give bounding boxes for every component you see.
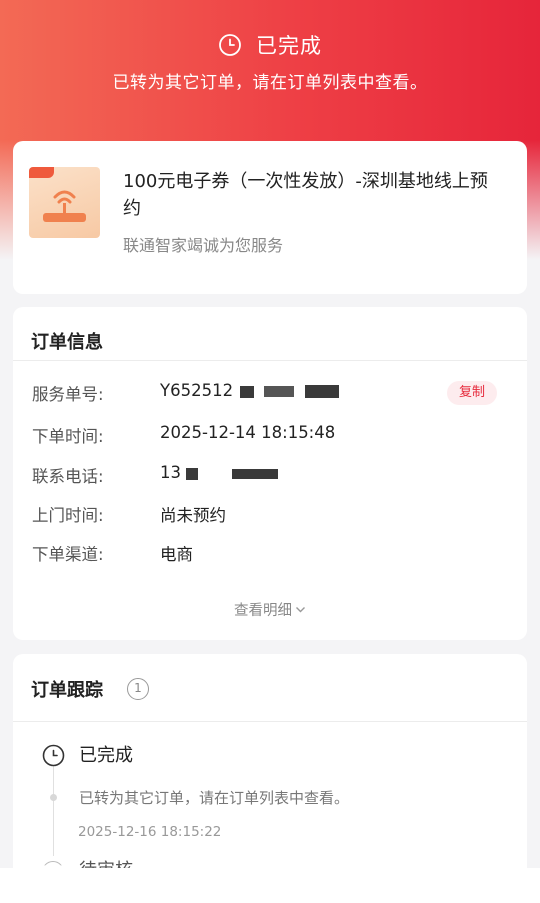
copy-button[interactable]: 复制 bbox=[447, 381, 497, 405]
timeline-event-desc: 已转为其它订单，请在订单列表中查看。 bbox=[79, 789, 350, 807]
order-time-value: 2025-12-14 18:15:48 bbox=[160, 423, 336, 442]
status-title: 已完成 bbox=[256, 34, 322, 58]
service-no-value: Y652512 bbox=[160, 381, 339, 400]
divider bbox=[13, 360, 527, 361]
product-subtitle: 联通智家竭诚为您服务 bbox=[123, 236, 284, 255]
service-no-label: 服务单号: bbox=[32, 385, 104, 404]
redaction-mask bbox=[304, 385, 339, 398]
chevron-down-icon bbox=[295, 603, 306, 619]
tracking-title: 订单跟踪 bbox=[31, 680, 103, 701]
divider bbox=[13, 721, 527, 722]
product-card[interactable]: 100元电子券（一次性发放）-深圳基地线上预约 联通智家竭诚为您服务 bbox=[13, 141, 527, 294]
view-details-link[interactable]: 查看明细 bbox=[13, 599, 527, 620]
timeline-event-title: 已完成 bbox=[79, 745, 133, 766]
product-thumbnail bbox=[29, 167, 100, 238]
redaction-mask bbox=[263, 386, 294, 397]
clock-icon bbox=[218, 33, 242, 57]
timeline-next-title: 待审核 bbox=[79, 856, 133, 868]
clock-icon bbox=[42, 744, 65, 771]
status-description: 已转为其它订单，请在订单列表中查看。 bbox=[112, 73, 428, 93]
order-info-card: 订单信息 服务单号: Y652512 复制 下单时间: 2025-12-14 1… bbox=[13, 307, 527, 640]
channel-label: 下单渠道: bbox=[32, 545, 104, 564]
status-row: 已完成 bbox=[0, 30, 540, 60]
timeline-event-time: 2025-12-16 18:15:22 bbox=[78, 824, 222, 840]
order-info-title: 订单信息 bbox=[31, 332, 103, 353]
order-time-label: 下单时间: bbox=[32, 427, 104, 446]
visit-time-label: 上门时间: bbox=[32, 506, 104, 525]
timeline-line bbox=[53, 766, 54, 856]
visit-time-value: 尚未预约 bbox=[160, 506, 226, 525]
redaction-mask bbox=[231, 468, 278, 479]
phone-value: 13 bbox=[160, 463, 278, 482]
timeline-dot bbox=[50, 794, 57, 801]
tracking-count-badge: 1 bbox=[127, 678, 149, 700]
wifi-router-icon bbox=[43, 190, 86, 222]
product-title: 100元电子券（一次性发放）-深圳基地线上预约 bbox=[123, 171, 488, 219]
phone-label: 联系电话: bbox=[32, 467, 104, 486]
order-tracking-card: 订单跟踪 1 已完成 已转为其它订单，请在订单列表中查看。 2025-12-16… bbox=[13, 654, 527, 903]
redaction-mask bbox=[186, 467, 199, 480]
bottom-bar bbox=[0, 868, 540, 903]
redaction-mask bbox=[240, 385, 255, 398]
channel-value: 电商 bbox=[160, 545, 193, 564]
